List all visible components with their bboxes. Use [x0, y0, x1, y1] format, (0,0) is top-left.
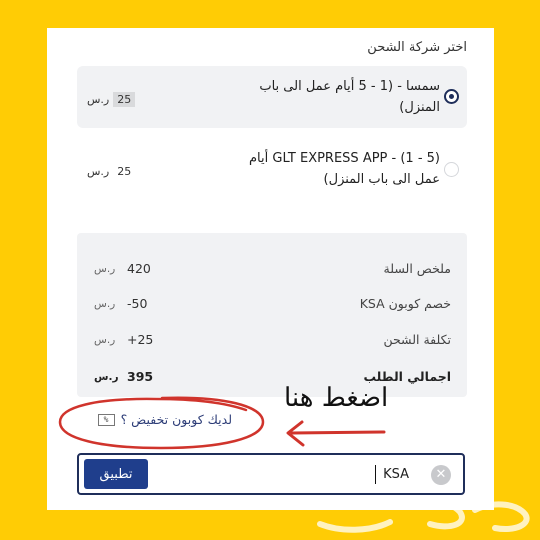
summary-currency: ر.س — [94, 334, 116, 346]
summary-row-total: اجمالي الطلب 395 ر.س — [77, 369, 467, 389]
haraj-watermark-logo — [317, 498, 530, 533]
summary-row-coupon: خصم كوبون KSA -50 ر.س — [77, 296, 467, 316]
price-value: 25 — [117, 165, 132, 178]
shipping-option-price: ر.س 25 — [87, 92, 136, 107]
callout-ellipse — [58, 396, 265, 450]
summary-value: -50 — [127, 296, 148, 311]
summary-currency: ر.س — [94, 298, 116, 310]
shipping-option-label: سمسا - (1 - 5 أيام عمل الى باب المنزل) — [259, 79, 440, 115]
summary-label: تكلفة الشحن — [383, 332, 451, 347]
summary-value: 420 — [127, 261, 151, 276]
text-caret — [375, 465, 376, 484]
summary-row-shipping: تكلفة الشحن +25 ر.س — [77, 332, 467, 352]
summary-label: اجمالي الطلب — [363, 369, 451, 384]
summary-label: خصم كوبون KSA — [359, 296, 451, 311]
close-icon[interactable]: ✕ — [431, 465, 451, 485]
coupon-form: تطبيق ✕ — [77, 453, 465, 495]
price-value: 25 — [113, 92, 136, 107]
order-summary: ملخص السلة 420 ر.س خصم كوبون KSA -50 ر.س… — [77, 233, 467, 397]
shipping-heading: اختر شركة الشحن — [367, 40, 467, 55]
summary-currency: ر.س — [94, 263, 116, 275]
click-here-annotation: اضغط هنا — [284, 383, 389, 413]
radio-selected-icon[interactable] — [444, 89, 459, 104]
shipping-option-smsa[interactable]: سمسا - (1 - 5 أيام عمل الى باب المنزل) ر… — [77, 66, 467, 128]
summary-value: 395 — [127, 369, 154, 384]
summary-value: +25 — [127, 332, 154, 347]
arrow-icon — [286, 420, 386, 447]
summary-label: ملخص السلة — [383, 261, 451, 276]
shipping-option-label: GLT EXPRESS APP - (1 - 5) أيام عمل الى ب… — [249, 151, 440, 187]
radio-unselected-icon[interactable] — [444, 162, 459, 177]
currency-label: ر.س — [87, 93, 110, 106]
shipping-option-price: ر.س 25 — [87, 164, 135, 179]
summary-currency: ر.س — [94, 371, 119, 383]
apply-coupon-button[interactable]: تطبيق — [84, 459, 148, 489]
summary-row-cart: ملخص السلة 420 ر.س — [77, 261, 467, 281]
shipping-option-glt[interactable]: GLT EXPRESS APP - (1 - 5) أيام عمل الى ب… — [77, 138, 467, 204]
currency-label: ر.س — [87, 165, 110, 178]
coupon-input[interactable] — [159, 461, 409, 487]
